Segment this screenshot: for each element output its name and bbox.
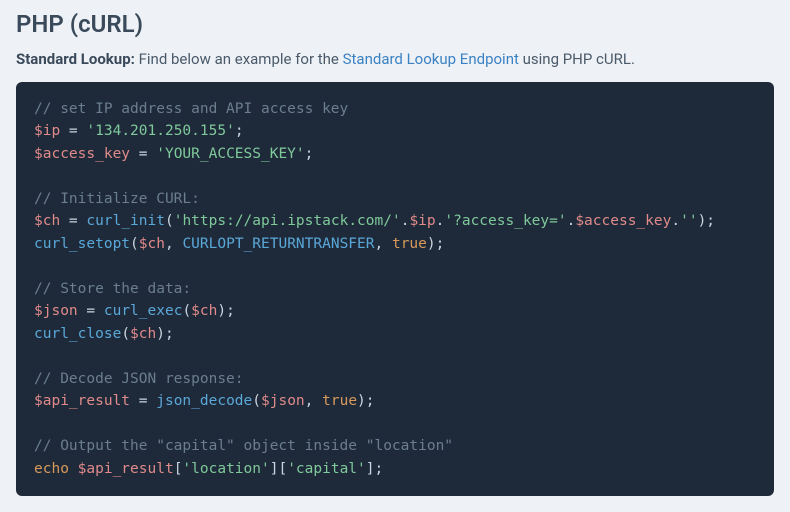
code-comment: // Store the data: xyxy=(34,281,191,297)
code-comment: // Output the "capital" object inside "l… xyxy=(34,438,453,454)
code-var: $access_key xyxy=(575,213,671,229)
code-var: $ch xyxy=(130,326,156,342)
code-op: ); xyxy=(427,236,444,252)
code-fn: curl_setopt xyxy=(34,236,130,252)
intro-text-before: Find below an example for the xyxy=(135,50,343,68)
code-op: ( xyxy=(182,303,191,319)
code-string: 'capital' xyxy=(287,461,366,477)
code-op: ; xyxy=(235,123,244,139)
code-op: ][ xyxy=(270,461,287,477)
code-bool: true xyxy=(392,236,427,252)
code-string: '134.201.250.155' xyxy=(86,123,234,139)
code-string: 'https://api.ipstack.com/' xyxy=(174,213,401,229)
code-op: ); xyxy=(156,326,173,342)
code-op: ); xyxy=(698,213,715,229)
code-op: ]; xyxy=(366,461,383,477)
code-string: 'YOUR_ACCESS_KEY' xyxy=(156,146,304,162)
code-pre: // set IP address and API access key $ip… xyxy=(34,98,756,480)
code-var: $ip xyxy=(409,213,435,229)
intro-paragraph: Standard Lookup: Find below an example f… xyxy=(16,50,774,68)
code-op: ); xyxy=(357,393,374,409)
code-block: // set IP address and API access key $ip… xyxy=(16,82,774,496)
code-op xyxy=(69,461,78,477)
code-var: $access_key xyxy=(34,146,130,162)
code-string: '?access_key=' xyxy=(444,213,566,229)
code-bool: true xyxy=(322,393,357,409)
code-op: = xyxy=(130,393,156,409)
intro-strong: Standard Lookup: xyxy=(16,50,135,68)
code-op: ; xyxy=(305,146,314,162)
code-op: ); xyxy=(217,303,234,319)
code-var: $ip xyxy=(34,123,60,139)
code-op: = xyxy=(78,303,104,319)
code-op: ( xyxy=(252,393,261,409)
code-keyword: echo xyxy=(34,461,69,477)
code-var: $api_result xyxy=(78,461,174,477)
code-op: ( xyxy=(130,236,139,252)
intro-text-after: using PHP cURL. xyxy=(519,50,635,68)
code-string: 'location' xyxy=(182,461,269,477)
code-var: $ch xyxy=(139,236,165,252)
code-var: $ch xyxy=(191,303,217,319)
code-op: ( xyxy=(165,213,174,229)
code-fn: curl_close xyxy=(34,326,121,342)
code-op: = xyxy=(60,123,86,139)
code-op: . xyxy=(671,213,680,229)
code-fn: curl_exec xyxy=(104,303,183,319)
code-op: , xyxy=(375,236,392,252)
code-fn: json_decode xyxy=(156,393,252,409)
code-op: = xyxy=(60,213,86,229)
code-op: , xyxy=(305,393,322,409)
code-comment: // set IP address and API access key xyxy=(34,101,348,117)
code-string: '' xyxy=(680,213,697,229)
code-var: $api_result xyxy=(34,393,130,409)
code-comment: // Decode JSON response: xyxy=(34,371,244,387)
code-var: $ch xyxy=(34,213,60,229)
code-fn: curl_init xyxy=(86,213,165,229)
standard-lookup-link[interactable]: Standard Lookup Endpoint xyxy=(343,50,519,68)
code-comment: // Initialize CURL: xyxy=(34,191,200,207)
code-op: ( xyxy=(121,326,130,342)
code-var: $json xyxy=(261,393,305,409)
code-const: CURLOPT_RETURNTRANSFER xyxy=(182,236,374,252)
code-op: = xyxy=(130,146,156,162)
code-var: $json xyxy=(34,303,78,319)
code-op: , xyxy=(165,236,182,252)
section-heading: PHP (cURL) xyxy=(16,10,774,38)
